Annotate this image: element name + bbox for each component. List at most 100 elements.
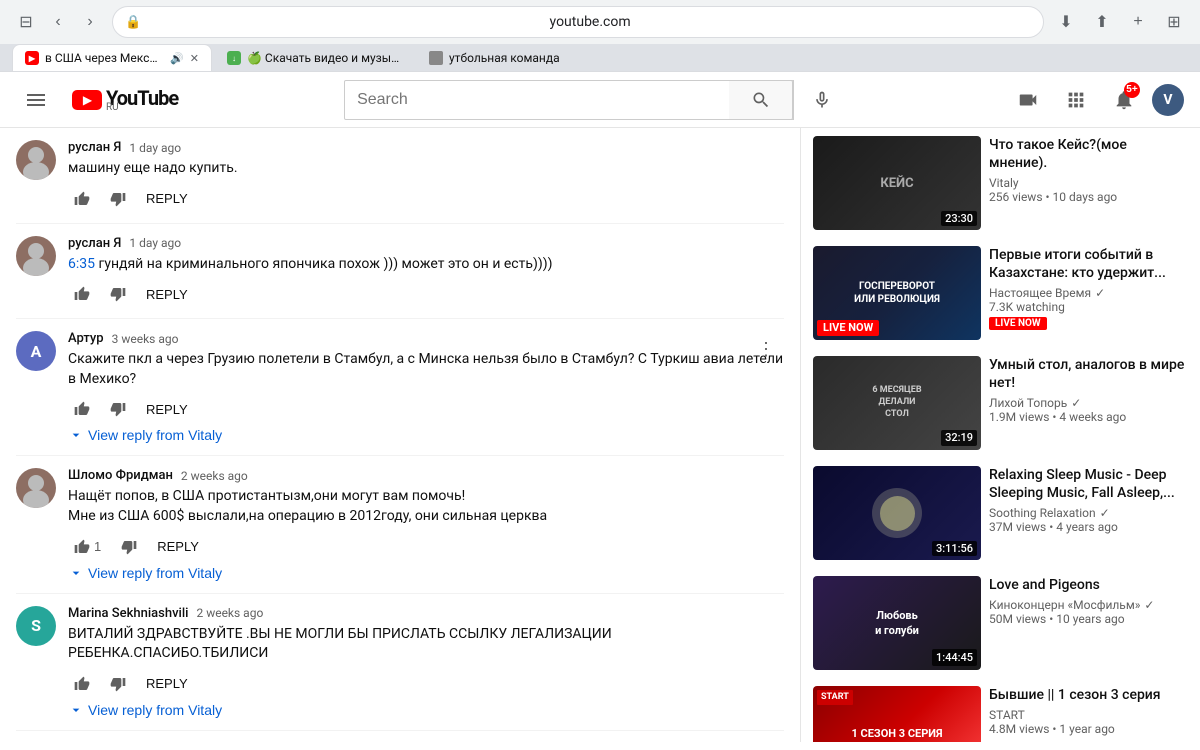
like-btn[interactable]: 1 <box>68 535 107 559</box>
like-btn[interactable] <box>68 187 96 211</box>
browser-tab-2[interactable]: ↓ 🍏 Скачать видео и музыку с Ютуба беспл… <box>214 44 414 71</box>
comment-text: ВИТАЛИЙ ЗДРАВСТВУЙТЕ .ВЫ НЕ МОГЛИ БЫ ПРИ… <box>68 625 784 664</box>
header-center <box>178 80 1008 120</box>
main-content: руслан Я 1 day ago машину еще надо купит… <box>0 128 1200 742</box>
sidebar-video-item[interactable]: START 1 СЕЗОН 3 СЕРИЯ БЫВШИЕ 52:30 Бывши… <box>801 678 1200 742</box>
comment-author: Marina Sekhniashvili <box>68 606 188 621</box>
search-icon <box>751 90 771 110</box>
sidebar-video-info: Первые итоги событий в Казахстане: кто у… <box>989 246 1188 340</box>
reply-btn[interactable]: REPLY <box>140 672 194 695</box>
like-btn[interactable] <box>68 282 96 306</box>
comment-time: 1 day ago <box>129 236 181 250</box>
comment-header: Marina Sekhniashvili 2 weeks ago <box>68 606 784 621</box>
live-now-badge: LIVE NOW <box>989 317 1047 330</box>
apps-btn[interactable] <box>1056 80 1096 120</box>
sidebar-video-title: Бывшие || 1 сезон 3 серия <box>989 686 1188 704</box>
sidebar-channel: START <box>989 708 1188 722</box>
browser-nav-buttons: ⊟ ‹ › <box>12 8 104 36</box>
sidebar-video-info: Love and Pigeons Киноконцерн «Мосфильм» … <box>989 576 1188 670</box>
verified-icon: ✓ <box>1095 286 1105 300</box>
notification-badge: 5+ <box>1124 82 1140 98</box>
view-reply-btn[interactable]: View reply from Vitaly <box>68 565 222 581</box>
reply-btn[interactable]: REPLY <box>140 187 194 210</box>
dislike-btn[interactable] <box>115 535 143 559</box>
comment-text: 6:35 гундяй на криминального япончика по… <box>68 255 784 275</box>
like-btn[interactable] <box>68 672 96 696</box>
download-btn[interactable]: ⬇ <box>1052 8 1080 36</box>
browser-tab-1[interactable]: ▶ в США через Мексику в 52 года – YouTub… <box>12 44 212 71</box>
reply-btn[interactable]: REPLY <box>140 283 194 306</box>
live-badge: LIVE NOW <box>817 320 879 336</box>
video-timestamp[interactable]: 6:35 <box>68 256 95 272</box>
search-input[interactable] <box>345 81 729 119</box>
youtube-header: YouTube RU <box>0 72 1200 128</box>
microphone-icon <box>812 90 832 110</box>
sidebar-video-item[interactable]: 3:11:56 Relaxing Sleep Music - Deep Slee… <box>801 458 1200 568</box>
reply-btn[interactable]: REPLY <box>151 535 205 558</box>
video-thumbnail: 6 МЕСЯЦЕВДЕЛАЛИСТОЛ 32:19 <box>813 356 981 450</box>
dislike-btn[interactable] <box>104 672 132 696</box>
sidebar-video-item[interactable]: Любовьи голуби 1:44:45 Love and Pigeons … <box>801 568 1200 678</box>
tab-favicon-1: ▶ <box>25 51 39 65</box>
sidebar-channel: Настоящее Время ✓ <box>989 286 1188 300</box>
address-bar[interactable]: 🔒 youtube.com <box>112 6 1044 38</box>
sidebar-toggle-btn[interactable]: ⊟ <box>12 8 40 36</box>
dislike-btn[interactable] <box>104 397 132 421</box>
chevron-down-icon <box>68 702 84 718</box>
back-btn[interactable]: ‹ <box>44 8 72 36</box>
sidebar-video-title: Первые итоги событий в Казахстане: кто у… <box>989 246 1188 282</box>
comment-avatar: А <box>16 331 56 371</box>
voice-search-btn[interactable] <box>802 80 842 120</box>
hamburger-menu-btn[interactable] <box>16 80 56 120</box>
comment-item: руслан Я 1 day ago машину еще надо купит… <box>16 128 784 224</box>
youtube-logo-country: RU <box>106 102 119 113</box>
tab-audio-1: 🔊 <box>170 52 184 65</box>
apps-icon <box>1065 89 1087 111</box>
sidebar-channel: Soothing Relaxation ✓ <box>989 506 1188 520</box>
sidebar-meta: 1.9M views • 4 weeks ago <box>989 410 1188 424</box>
thumbs-up-icon <box>74 286 90 302</box>
thumbs-down-icon <box>110 401 126 417</box>
user-avatar[interactable]: V <box>1152 84 1184 116</box>
comment-item: А Артур 3 weeks ago Скажите пкл а через … <box>16 319 784 456</box>
search-btn[interactable] <box>729 80 793 120</box>
comment-actions: 1 REPLY <box>68 535 784 559</box>
thumbs-down-icon <box>110 286 126 302</box>
thumbs-up-icon <box>74 191 90 207</box>
comment-text: Скажите пкл а через Грузию полетели в Ст… <box>68 350 784 389</box>
thumbs-up-icon <box>74 401 90 417</box>
sidebar-video-item[interactable]: КЕЙС 23:30 Что такое Кейс?(мое мнение). … <box>801 128 1200 238</box>
view-reply-btn[interactable]: View reply from Vitaly <box>68 427 222 443</box>
thumbs-down-icon <box>110 676 126 692</box>
comment-author: Артур <box>68 331 104 346</box>
comment-body: руслан Я 1 day ago 6:35 гундяй на кримин… <box>68 236 784 307</box>
dislike-btn[interactable] <box>104 187 132 211</box>
comment-header: Шломо Фридман 2 weeks ago <box>68 468 784 483</box>
header-left: YouTube RU <box>16 80 178 120</box>
tab-grid-btn[interactable]: ⊞ <box>1160 8 1188 36</box>
lock-icon: 🔒 <box>125 15 141 30</box>
tab-close-1[interactable]: ✕ <box>190 52 199 65</box>
chevron-down-icon <box>68 427 84 443</box>
sidebar-video-item[interactable]: 6 МЕСЯЦЕВДЕЛАЛИСТОЛ 32:19 Умный стол, ан… <box>801 348 1200 458</box>
reply-btn[interactable]: REPLY <box>140 398 194 421</box>
sidebar-channel: Лихой Топорь ✓ <box>989 396 1188 410</box>
share-btn[interactable]: ⬆ <box>1088 8 1116 36</box>
like-btn[interactable] <box>68 397 96 421</box>
notifications-btn[interactable]: 5+ <box>1104 80 1144 120</box>
create-video-btn[interactable] <box>1008 80 1048 120</box>
forward-btn[interactable]: › <box>76 8 104 36</box>
view-reply-btn[interactable]: View reply from Vitaly <box>68 702 222 718</box>
comment-actions: REPLY <box>68 397 784 421</box>
video-thumbnail: START 1 СЕЗОН 3 СЕРИЯ БЫВШИЕ 52:30 <box>813 686 981 742</box>
comments-section: руслан Я 1 day ago машину еще надо купит… <box>0 128 800 742</box>
thumbs-up-icon <box>74 676 90 692</box>
recommended-sidebar: КЕЙС 23:30 Что такое Кейс?(мое мнение). … <box>800 128 1200 742</box>
new-tab-btn[interactable]: + <box>1124 8 1152 36</box>
comment-more-btn[interactable]: ⋮ <box>748 331 784 367</box>
youtube-logo[interactable]: YouTube RU <box>72 86 178 113</box>
dislike-btn[interactable] <box>104 282 132 306</box>
browser-tab-3[interactable]: утбольная команда <box>416 44 573 71</box>
sidebar-video-item[interactable]: ГОСПЕРЕВОРОТИЛИ РЕВОЛЮЦИЯ LIVE NOW Первы… <box>801 238 1200 348</box>
sidebar-meta: 7.3K watching <box>989 300 1188 314</box>
